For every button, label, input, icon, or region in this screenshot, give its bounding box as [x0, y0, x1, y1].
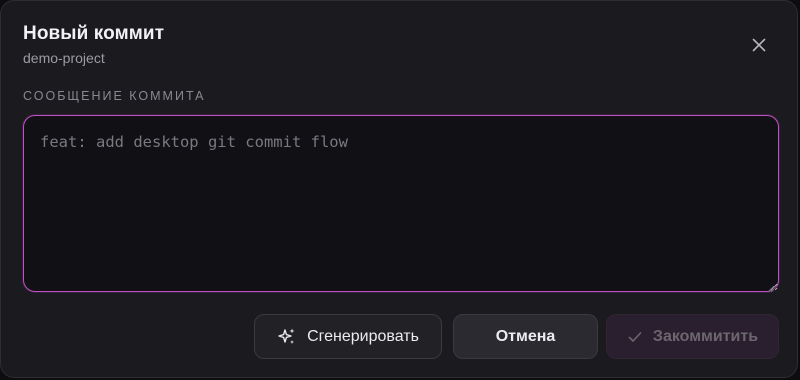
project-name: demo-project — [23, 50, 105, 66]
commit-message-container — [23, 115, 779, 293]
commit-message-input[interactable] — [24, 116, 778, 291]
dialog-title: Новый коммит — [23, 23, 165, 44]
generate-button[interactable]: Сгенерировать — [254, 314, 442, 359]
commit-button[interactable]: Закоммитить — [606, 314, 779, 359]
commit-message-label: СООБЩЕНИЕ КОММИТА — [23, 89, 206, 103]
check-icon — [627, 329, 643, 345]
commit-button-label: Закоммитить — [652, 327, 759, 345]
cancel-button[interactable]: Отмена — [453, 314, 598, 359]
close-button[interactable] — [745, 31, 773, 59]
cancel-button-label: Отмена — [495, 327, 556, 345]
sparkles-icon — [277, 327, 297, 347]
generate-button-label: Сгенерировать — [307, 327, 419, 345]
close-icon — [752, 38, 766, 52]
commit-dialog: Новый коммит demo-project СООБЩЕНИЕ КОММ… — [0, 0, 798, 378]
